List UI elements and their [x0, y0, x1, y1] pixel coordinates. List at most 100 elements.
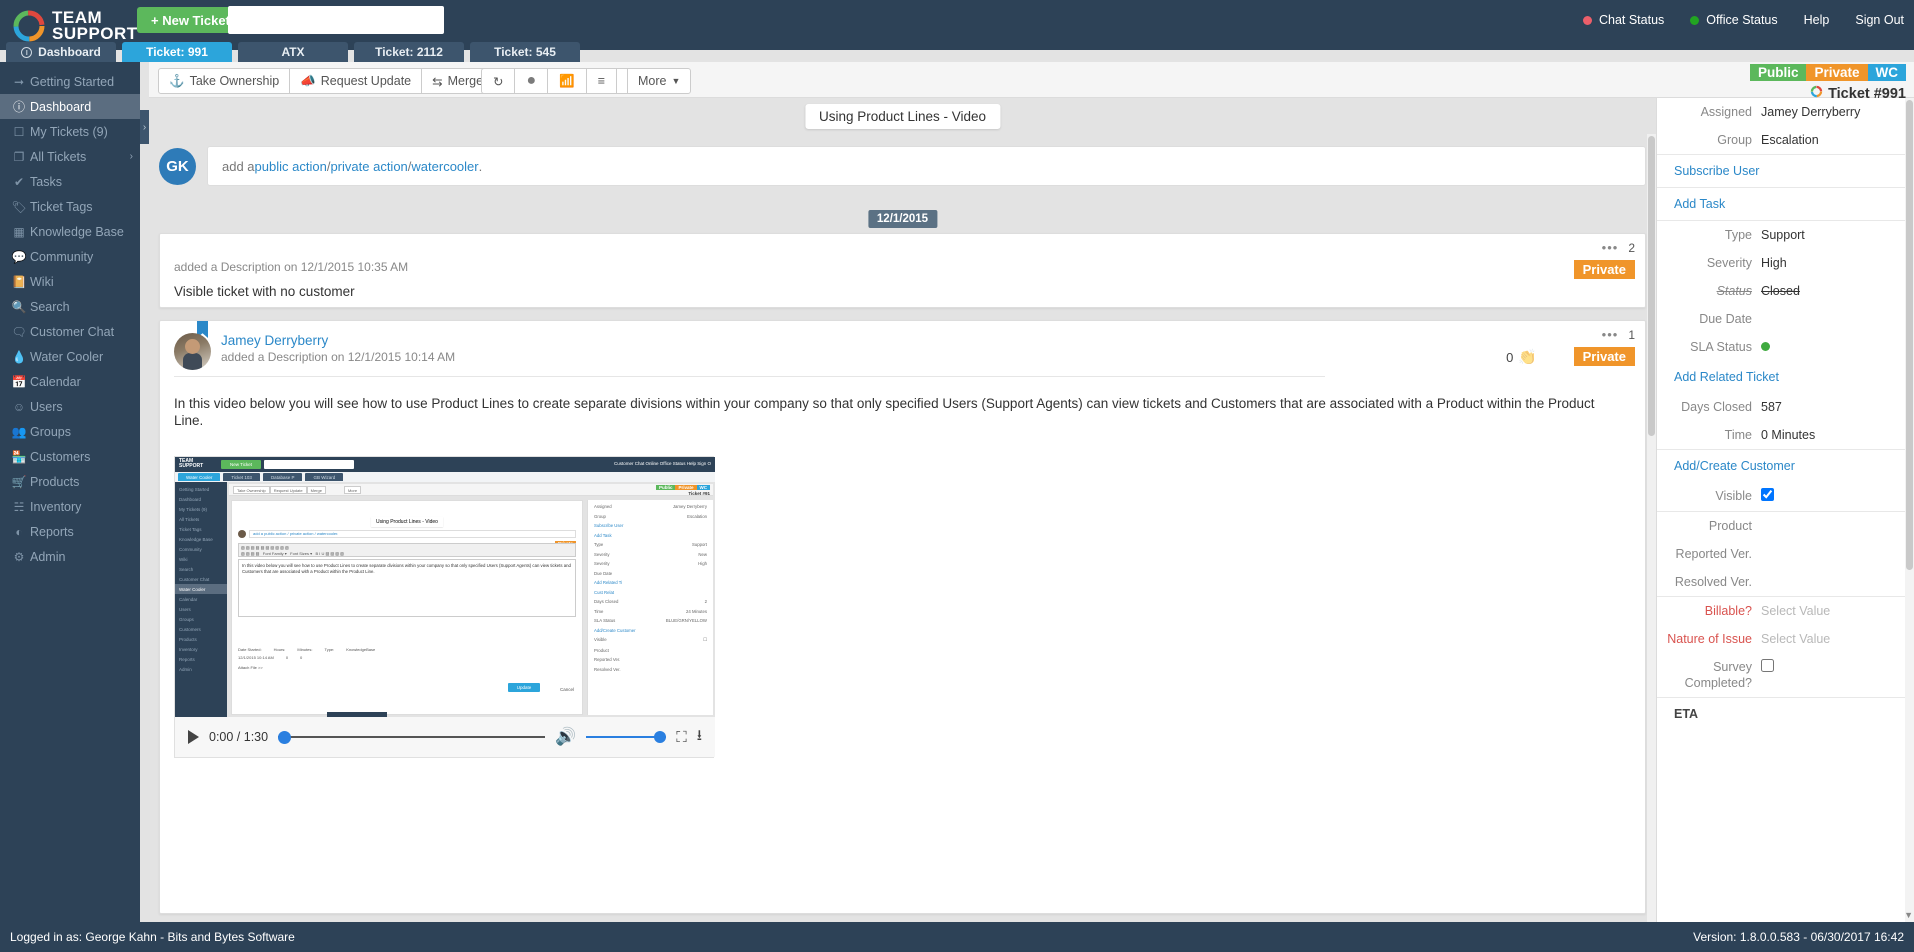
tab-ticket-991[interactable]: Ticket: 991 — [122, 42, 232, 62]
sidebar-item-all-tickets[interactable]: ❐ All Tickets › — [0, 144, 140, 169]
volume-knob[interactable] — [654, 731, 666, 743]
property-row-assigned[interactable]: Assigned Jamey Derryberry — [1657, 98, 1914, 126]
property-label: SLA Status — [1665, 339, 1761, 355]
badge-public[interactable]: Public — [1750, 64, 1807, 81]
seek-knob[interactable] — [278, 731, 291, 744]
clap-counter[interactable]: 0 👏 — [1506, 348, 1537, 366]
property-value[interactable]: Select Value — [1761, 631, 1830, 647]
inner-field-value: 0 — [286, 655, 288, 660]
sidebar-item-getting-started[interactable]: ➞ Getting Started — [0, 69, 140, 94]
more-button[interactable]: More ▼ — [627, 68, 691, 94]
sidebar-item-dashboard[interactable]: ⓘ Dashboard — [0, 94, 140, 119]
clap-icon[interactable]: 👏 — [1518, 348, 1537, 366]
sidebar-item-calendar[interactable]: 📅 Calendar — [0, 369, 140, 394]
property-row-severity[interactable]: Severity High — [1657, 249, 1914, 277]
sidebar-item-customers[interactable]: 🏪 Customers — [0, 444, 140, 469]
sidebar-item-tasks[interactable]: ✔ Tasks — [0, 169, 140, 194]
sidebar-item-my-tickets[interactable]: ☐ My Tickets (9) — [0, 119, 140, 144]
sidebar-collapse-toggle[interactable]: › — [140, 110, 149, 144]
inner-avatar — [238, 530, 246, 538]
properties-scroll-thumb[interactable] — [1906, 100, 1913, 570]
add-related-ticket-link[interactable]: Add Related Ticket — [1657, 361, 1914, 393]
take-ownership-button[interactable]: ⚓ Take Ownership — [158, 68, 290, 94]
sidebar-item-products[interactable]: 🛒 Products — [0, 469, 140, 494]
author-name-link[interactable]: Jamey Derryberry — [221, 333, 455, 349]
sign-out-link[interactable]: Sign Out — [1855, 13, 1904, 27]
sidebar-item-water-cooler[interactable]: 💧 Water Cooler — [0, 344, 140, 369]
video-seek-slider[interactable] — [278, 730, 545, 744]
property-row-type[interactable]: Type Support — [1657, 221, 1914, 249]
chevron-down-icon[interactable]: ▼ — [1904, 910, 1913, 920]
list-button[interactable]: ≡ — [587, 68, 617, 94]
rss-button[interactable]: 📶 — [548, 68, 587, 94]
property-row-reported-ver[interactable]: Reported Ver. — [1657, 540, 1914, 568]
inner-prop-row: Product — [594, 648, 707, 653]
sidebar-item-community[interactable]: 💬 Community — [0, 244, 140, 269]
property-row-product[interactable]: Product — [1657, 512, 1914, 540]
inner-prop-value: Support — [692, 542, 707, 547]
sidebar-item-ticket-tags[interactable]: 🏷 Ticket Tags — [0, 194, 140, 219]
sidebar-item-search[interactable]: 🔍 Search — [0, 294, 140, 319]
property-row-visible[interactable]: Visible — [1657, 482, 1914, 511]
fullscreen-icon[interactable]: ⛶ — [676, 729, 687, 746]
tab-ticket-545[interactable]: Ticket: 545 — [470, 42, 580, 62]
property-row-resolved-ver[interactable]: Resolved Ver. — [1657, 568, 1914, 596]
visible-checkbox[interactable] — [1761, 488, 1774, 501]
add-create-customer-link[interactable]: Add/Create Customer — [1657, 450, 1914, 482]
subscribe-user-link[interactable]: Subscribe User — [1657, 155, 1914, 187]
inner-prop-value: High — [698, 561, 707, 566]
add-task-link[interactable]: Add Task — [1657, 188, 1914, 220]
sidebar-item-customer-chat[interactable]: 🗨 Customer Chat — [0, 319, 140, 344]
help-link[interactable]: Help — [1804, 13, 1830, 27]
tab-atx[interactable]: ATX — [238, 42, 348, 62]
tab-dashboard[interactable]: Dashboard — [6, 42, 116, 62]
private-action-link[interactable]: private action — [330, 159, 407, 174]
sidebar-item-groups[interactable]: 👥 Groups — [0, 419, 140, 444]
property-row-nature-of-issue[interactable]: Nature of Issue Select Value — [1657, 625, 1914, 653]
refresh-button[interactable]: ↻ — [481, 68, 515, 94]
chevron-right-icon[interactable]: › — [130, 151, 133, 162]
chat-status-link[interactable]: Chat Status — [1583, 13, 1664, 27]
search-input[interactable] — [228, 6, 444, 34]
post-menu-button[interactable]: ••• — [1602, 240, 1619, 255]
compose-action-field[interactable]: add a public action / private action / w… — [207, 146, 1646, 186]
volume-icon[interactable]: 🔊 — [555, 727, 576, 747]
volume-slider[interactable] — [586, 730, 666, 744]
conversation-scrollbar[interactable] — [1647, 134, 1656, 922]
sidebar-item-reports[interactable]: ◐ Reports — [0, 519, 140, 544]
property-row-billable[interactable]: Billable? Select Value — [1657, 597, 1914, 625]
post-visibility-tag[interactable]: Private — [1574, 260, 1635, 279]
property-row-group[interactable]: Group Escalation — [1657, 126, 1914, 154]
sidebar-item-inventory[interactable]: ☵ Inventory — [0, 494, 140, 519]
post-divider — [174, 376, 1325, 377]
property-row-time[interactable]: Time 0 Minutes — [1657, 421, 1914, 449]
request-update-button[interactable]: 📣 Request Update — [290, 68, 422, 94]
tab-ticket-2112[interactable]: Ticket: 2112 — [354, 42, 464, 62]
download-icon[interactable]: ⭳ — [697, 725, 702, 750]
properties-scrollbar[interactable]: ▼ — [1905, 98, 1914, 922]
sidebar-item-users[interactable]: ☺ Users — [0, 394, 140, 419]
inner-properties: AssignedJamey Derryberry GroupEscalation… — [587, 500, 713, 715]
property-row-sla-status[interactable]: SLA Status — [1657, 333, 1914, 361]
record-button[interactable]: ● — [515, 68, 548, 94]
inner-nav-item: Community — [175, 544, 227, 554]
badge-private[interactable]: Private — [1806, 64, 1867, 81]
post-menu-button[interactable]: ••• — [1602, 327, 1619, 342]
sidebar-item-admin[interactable]: ⚙ Admin — [0, 544, 140, 569]
property-row-survey-completed[interactable]: Survey Completed? — [1657, 653, 1914, 697]
badge-wc[interactable]: WC — [1868, 64, 1907, 81]
sidebar-item-wiki[interactable]: 📔 Wiki — [0, 269, 140, 294]
survey-completed-checkbox[interactable] — [1761, 659, 1774, 672]
property-row-days-closed[interactable]: Days Closed 587 — [1657, 393, 1914, 421]
play-icon[interactable] — [188, 730, 199, 744]
video-player[interactable]: TEAM SUPPORT New Ticket Customer Chat On… — [174, 456, 714, 758]
office-status-link[interactable]: Office Status — [1690, 13, 1777, 27]
property-row-due-date[interactable]: Due Date — [1657, 305, 1914, 333]
public-action-link[interactable]: public action — [255, 159, 327, 174]
sidebar-item-knowledge-base[interactable]: ▦ Knowledge Base — [0, 219, 140, 244]
post-visibility-tag[interactable]: Private — [1574, 347, 1635, 366]
conversation-scroll-thumb[interactable] — [1648, 136, 1655, 436]
property-row-status[interactable]: Status Closed — [1657, 277, 1914, 305]
watercooler-link[interactable]: watercooler — [411, 159, 478, 174]
property-value[interactable]: Select Value — [1761, 603, 1830, 619]
